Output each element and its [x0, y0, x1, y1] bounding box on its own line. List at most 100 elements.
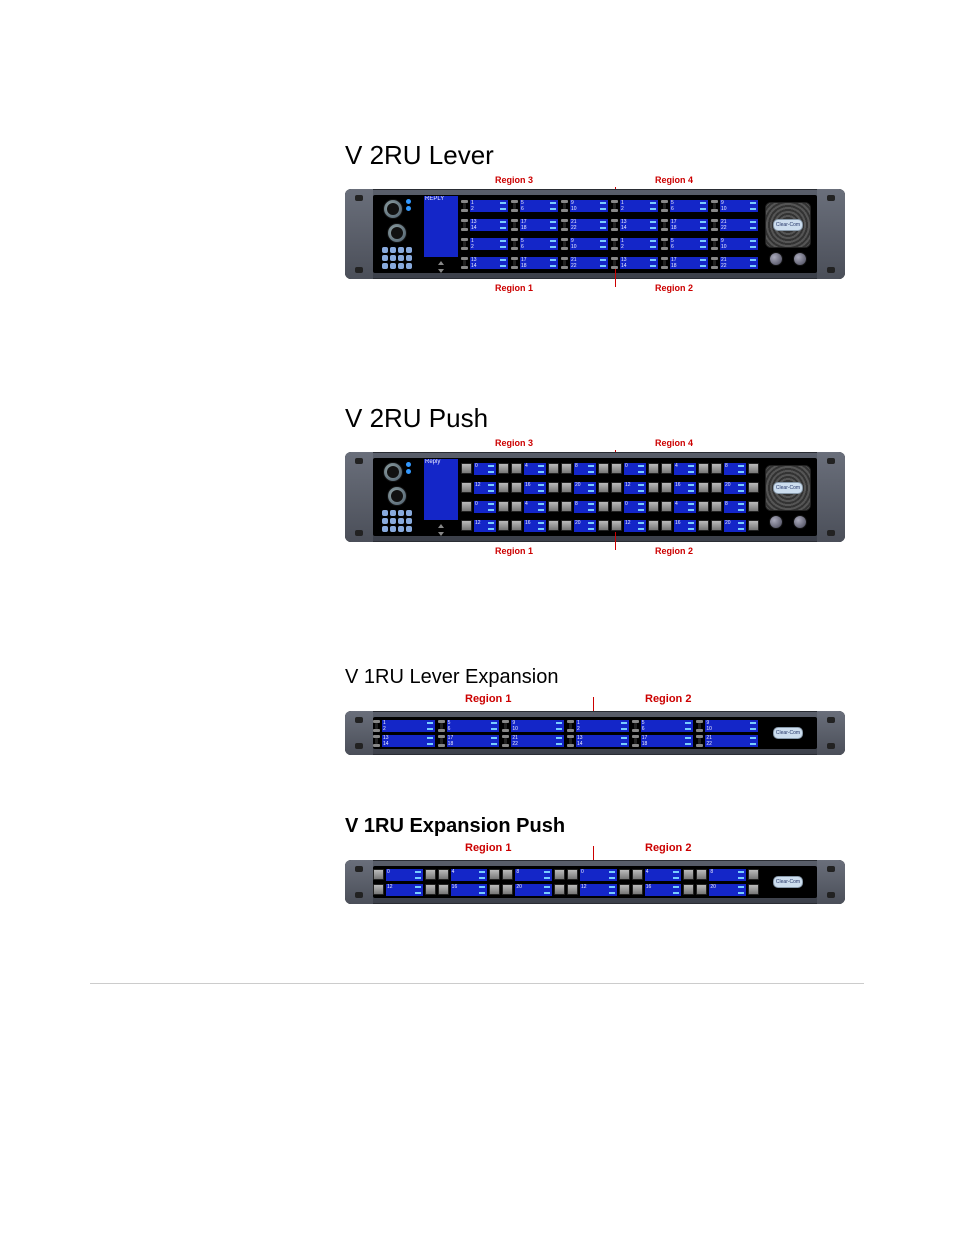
push-button[interactable]	[748, 463, 759, 474]
push-button[interactable]	[461, 501, 472, 512]
lever-key[interactable]	[511, 238, 518, 250]
push-button[interactable]	[711, 520, 722, 531]
push-button[interactable]	[373, 869, 384, 880]
push-button[interactable]	[648, 463, 659, 474]
lever-key[interactable]	[461, 238, 468, 250]
keypad[interactable]	[382, 247, 412, 269]
push-button[interactable]	[748, 520, 759, 531]
push-button[interactable]	[373, 884, 384, 895]
lever-key[interactable]	[502, 720, 509, 732]
push-button[interactable]	[489, 884, 500, 895]
push-button[interactable]	[438, 884, 449, 895]
push-button[interactable]	[696, 869, 707, 880]
lever-key[interactable]	[611, 257, 618, 269]
lever-key[interactable]	[511, 219, 518, 231]
push-button[interactable]	[511, 463, 522, 474]
push-button[interactable]	[548, 520, 559, 531]
push-button[interactable]	[619, 884, 630, 895]
push-button[interactable]	[748, 869, 759, 880]
push-button[interactable]	[661, 482, 672, 493]
push-button[interactable]	[648, 520, 659, 531]
push-button[interactable]	[632, 869, 643, 880]
lever-key[interactable]	[561, 238, 568, 250]
push-button[interactable]	[611, 520, 622, 531]
lever-key[interactable]	[511, 257, 518, 269]
push-button[interactable]	[698, 501, 709, 512]
push-button[interactable]	[502, 884, 513, 895]
push-button[interactable]	[598, 520, 609, 531]
push-button[interactable]	[498, 463, 509, 474]
push-button[interactable]	[611, 482, 622, 493]
push-button[interactable]	[461, 520, 472, 531]
push-button[interactable]	[425, 869, 436, 880]
lever-key[interactable]	[711, 238, 718, 250]
push-button[interactable]	[648, 501, 659, 512]
push-button[interactable]	[661, 463, 672, 474]
push-button[interactable]	[511, 482, 522, 493]
lever-key[interactable]	[502, 735, 509, 747]
push-button[interactable]	[598, 482, 609, 493]
push-button[interactable]	[554, 869, 565, 880]
lever-key[interactable]	[511, 200, 518, 212]
push-button[interactable]	[698, 482, 709, 493]
push-button[interactable]	[648, 482, 659, 493]
lever-key[interactable]	[711, 219, 718, 231]
push-button[interactable]	[661, 520, 672, 531]
lever-key[interactable]	[611, 238, 618, 250]
lever-key[interactable]	[561, 257, 568, 269]
push-button[interactable]	[696, 884, 707, 895]
push-button[interactable]	[711, 482, 722, 493]
xlr-connector[interactable]	[383, 462, 403, 482]
push-button[interactable]	[598, 501, 609, 512]
lever-key[interactable]	[632, 720, 639, 732]
lever-key[interactable]	[461, 257, 468, 269]
push-button[interactable]	[461, 463, 472, 474]
push-button[interactable]	[461, 482, 472, 493]
push-button[interactable]	[498, 482, 509, 493]
push-button[interactable]	[489, 869, 500, 880]
volume-knob[interactable]	[793, 252, 807, 266]
push-button[interactable]	[748, 884, 759, 895]
lever-key[interactable]	[661, 200, 668, 212]
push-button[interactable]	[683, 884, 694, 895]
push-button[interactable]	[511, 501, 522, 512]
lever-key[interactable]	[461, 219, 468, 231]
push-button[interactable]	[498, 501, 509, 512]
volume-knob[interactable]	[769, 252, 783, 266]
push-button[interactable]	[711, 501, 722, 512]
lever-key[interactable]	[711, 200, 718, 212]
volume-knob[interactable]	[793, 515, 807, 529]
lever-key[interactable]	[561, 219, 568, 231]
push-button[interactable]	[554, 884, 565, 895]
push-button[interactable]	[748, 482, 759, 493]
push-button[interactable]	[425, 884, 436, 895]
lever-key[interactable]	[438, 735, 445, 747]
reply-arrows[interactable]	[438, 261, 445, 273]
lever-key[interactable]	[696, 720, 703, 732]
lever-key[interactable]	[461, 200, 468, 212]
lever-key[interactable]	[632, 735, 639, 747]
push-button[interactable]	[438, 869, 449, 880]
lever-key[interactable]	[611, 200, 618, 212]
lever-key[interactable]	[438, 720, 445, 732]
push-button[interactable]	[748, 501, 759, 512]
push-button[interactable]	[561, 501, 572, 512]
push-button[interactable]	[548, 501, 559, 512]
volume-knob[interactable]	[769, 515, 783, 529]
push-button[interactable]	[698, 520, 709, 531]
reply-arrows[interactable]	[438, 524, 445, 536]
push-button[interactable]	[611, 501, 622, 512]
push-button[interactable]	[561, 463, 572, 474]
lever-key[interactable]	[567, 735, 574, 747]
push-button[interactable]	[598, 463, 609, 474]
xlr-connector[interactable]	[383, 199, 403, 219]
push-button[interactable]	[567, 884, 578, 895]
lever-key[interactable]	[661, 238, 668, 250]
keypad[interactable]	[382, 510, 412, 532]
push-button[interactable]	[548, 463, 559, 474]
push-button[interactable]	[661, 501, 672, 512]
push-button[interactable]	[567, 869, 578, 880]
push-button[interactable]	[498, 520, 509, 531]
push-button[interactable]	[632, 884, 643, 895]
lever-key[interactable]	[373, 720, 380, 732]
